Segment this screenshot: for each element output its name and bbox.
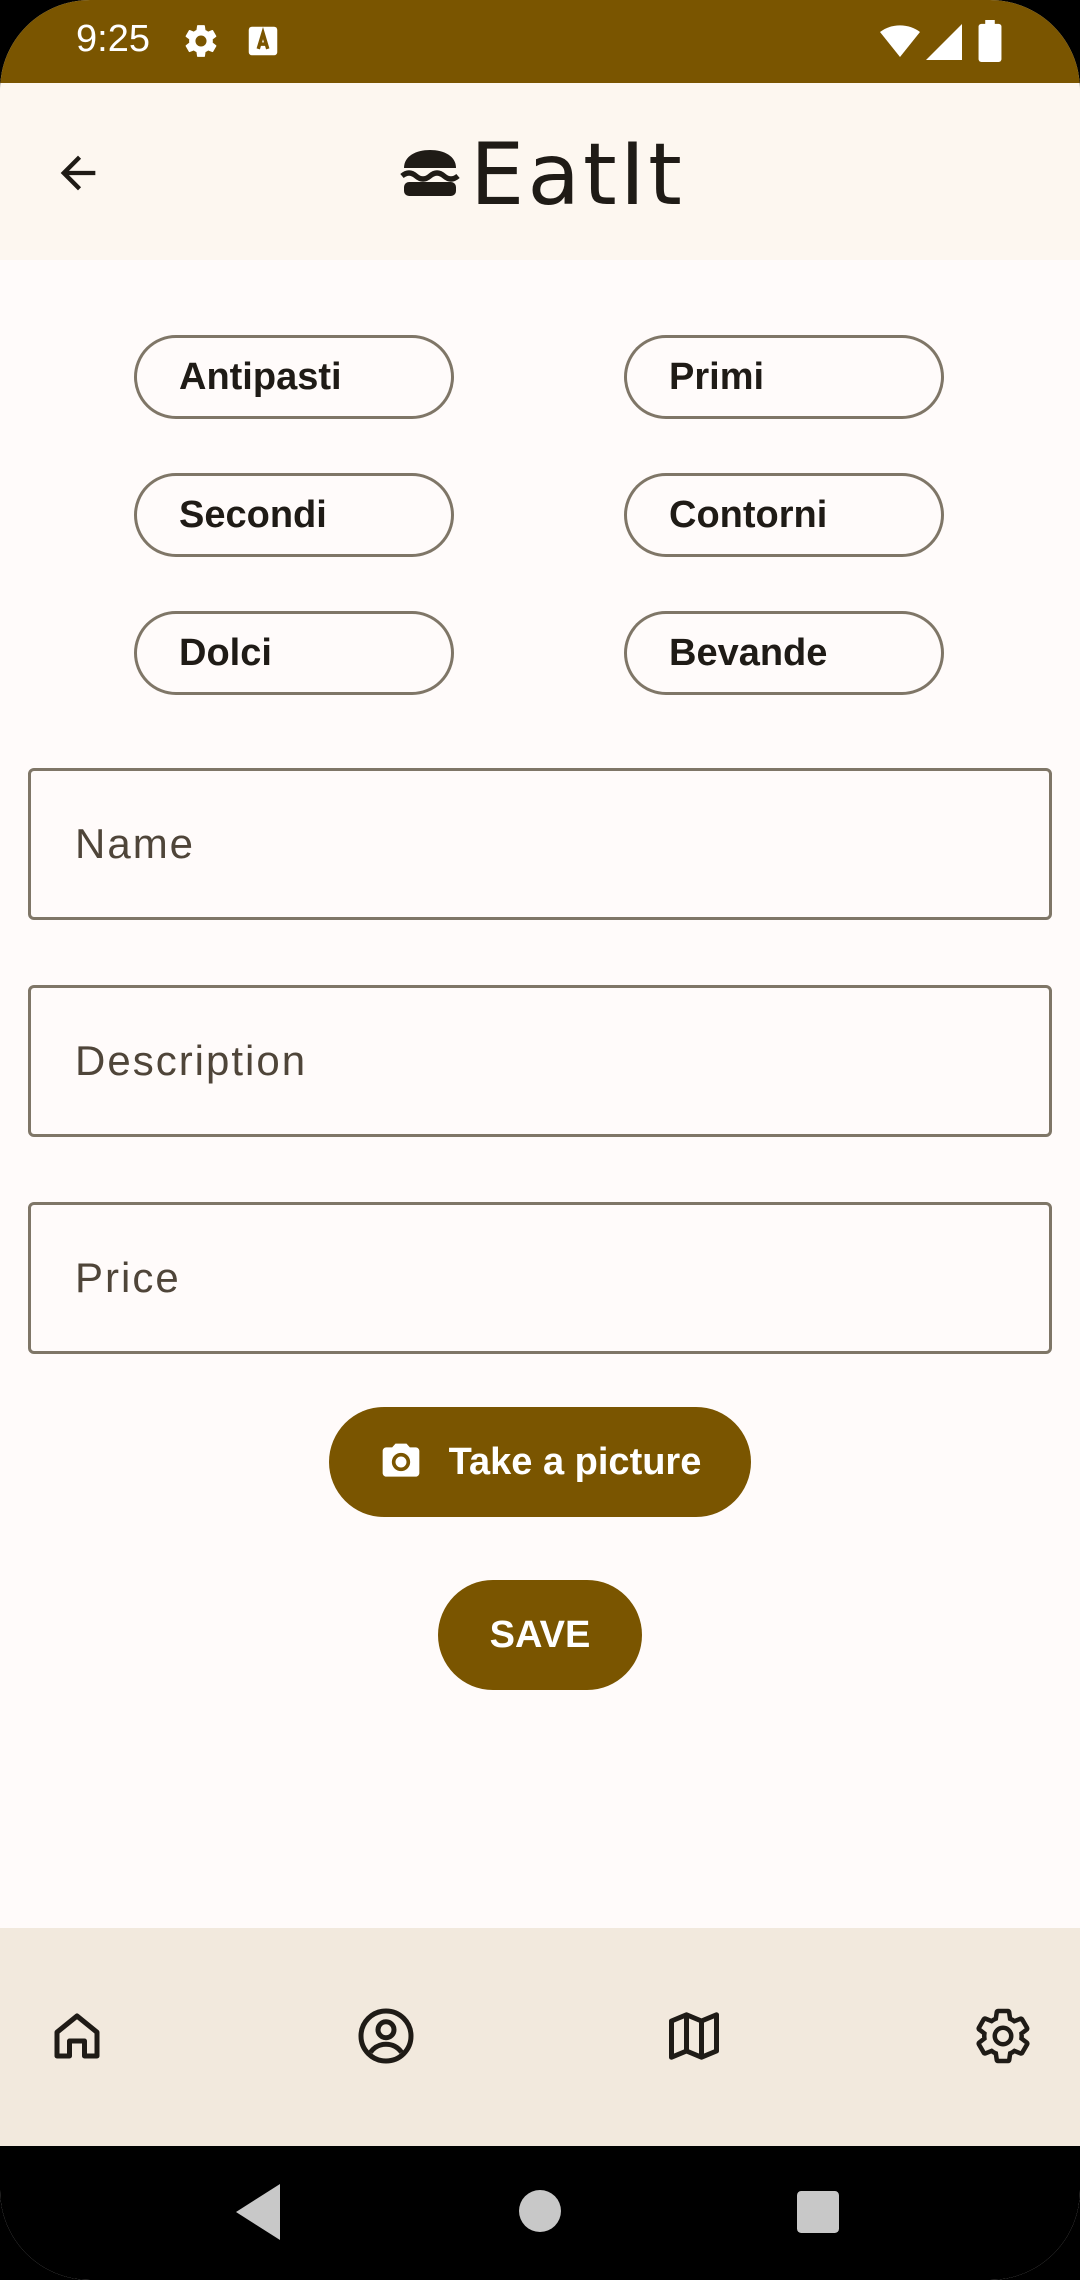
status-bar: 9:25	[0, 0, 1080, 83]
system-navigation-bar	[0, 2146, 1080, 2280]
price-input[interactable]	[31, 1205, 1049, 1351]
description-field	[28, 985, 1052, 1137]
app-title: EatIt	[470, 125, 685, 225]
wifi-icon	[880, 24, 920, 65]
arrow-back-icon	[52, 147, 104, 204]
price-field	[28, 1202, 1052, 1354]
take-picture-label: Take a picture	[448, 1440, 702, 1483]
app-screen: 9:25 EatIt Antipasti Primi Secondi Conto…	[0, 0, 1080, 2280]
save-label: SAVE	[489, 1613, 591, 1656]
system-recents-icon[interactable]	[797, 2191, 839, 2238]
system-home-icon[interactable]	[519, 2190, 561, 2237]
description-input[interactable]	[31, 988, 1049, 1134]
chip-contorni[interactable]: Contorni	[624, 473, 944, 557]
account-icon	[356, 2006, 416, 2071]
nav-map[interactable]	[634, 1978, 754, 2098]
settings-icon	[973, 2006, 1033, 2071]
system-back-icon[interactable]	[236, 2184, 280, 2245]
map-icon	[664, 2006, 724, 2071]
signal-icon	[926, 24, 962, 65]
take-picture-button[interactable]: Take a picture	[329, 1407, 751, 1517]
chip-primi[interactable]: Primi	[624, 335, 944, 419]
name-field	[28, 768, 1052, 920]
chip-secondi[interactable]: Secondi	[134, 473, 454, 557]
nav-account[interactable]	[326, 1978, 446, 2098]
status-time: 9:25	[76, 18, 150, 60]
text-a-icon	[244, 22, 282, 65]
settings-status-icon	[182, 22, 220, 65]
nav-home[interactable]	[17, 1978, 137, 2098]
back-button[interactable]	[36, 133, 120, 217]
app-logo: EatIt	[400, 125, 685, 225]
burger-icon	[400, 149, 460, 201]
save-button[interactable]: SAVE	[438, 1580, 642, 1690]
name-input[interactable]	[31, 771, 1049, 917]
battery-icon	[978, 20, 1002, 67]
camera-icon	[379, 1440, 423, 1484]
nav-settings[interactable]	[943, 1978, 1063, 2098]
top-app-bar: EatIt	[0, 83, 1080, 260]
bottom-navigation	[0, 1928, 1080, 2146]
chip-antipasti[interactable]: Antipasti	[134, 335, 454, 419]
chip-dolci[interactable]: Dolci	[134, 611, 454, 695]
home-icon	[47, 2006, 107, 2071]
chip-bevande[interactable]: Bevande	[624, 611, 944, 695]
